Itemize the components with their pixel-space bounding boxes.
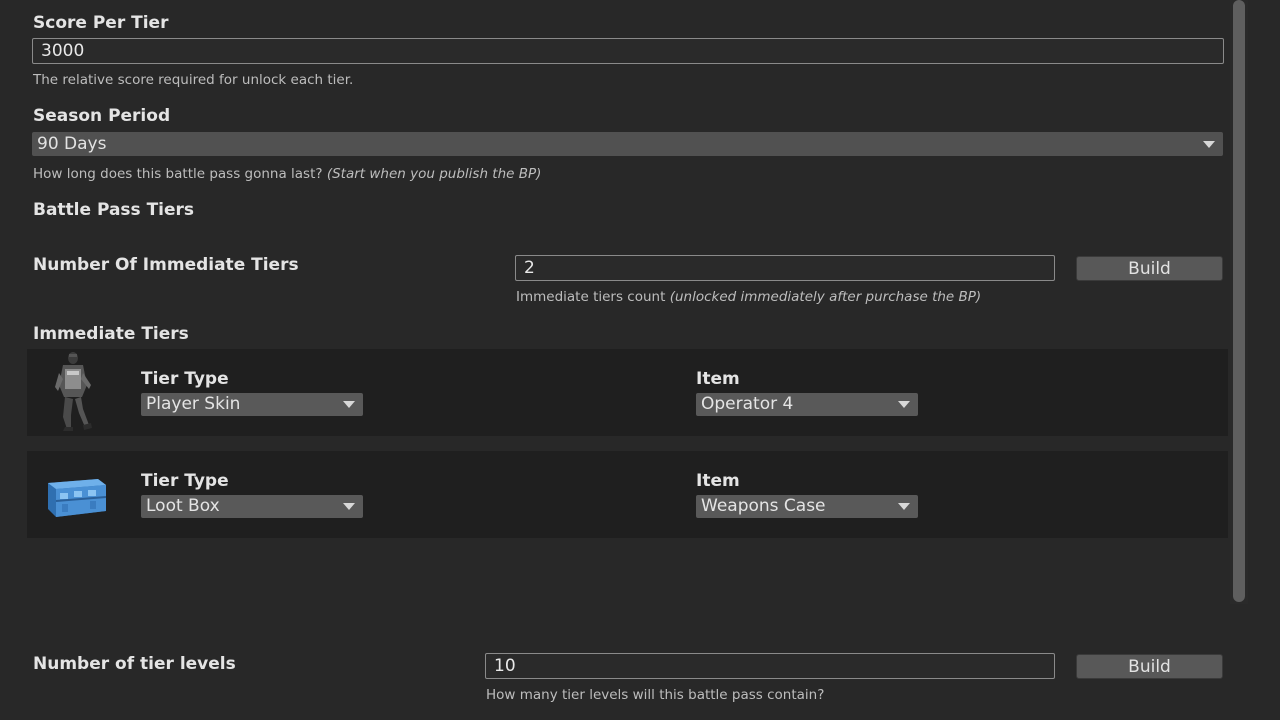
loot-box-case-icon xyxy=(44,473,108,519)
scrollbar-thumb[interactable] xyxy=(1233,0,1245,602)
immediate-tiers-count-help-note: (unlocked immediately after purchase the… xyxy=(669,289,982,305)
tier-type-value: Player Skin xyxy=(146,394,241,414)
battle-pass-tiers-heading: Battle Pass Tiers xyxy=(33,200,195,220)
immediate-tiers-count-help-text: Immediate tiers count xyxy=(516,289,670,305)
vertical-scrollbar[interactable] xyxy=(1230,0,1248,604)
season-period-dropdown[interactable]: 90 Days xyxy=(32,132,1223,156)
player-skin-operator-icon xyxy=(49,351,99,433)
season-period-label: Season Period xyxy=(33,106,171,126)
item-label: Item xyxy=(696,471,740,491)
score-per-tier-label: Score Per Tier xyxy=(33,13,169,33)
season-period-help-text: How long does this battle pass gonna las… xyxy=(33,166,327,182)
battle-pass-inspector: Score Per Tier The relative score requir… xyxy=(0,0,1280,720)
immediate-tiers-count-help: Immediate tiers count (unlocked immediat… xyxy=(516,289,981,305)
immediate-tier-row-2: Tier Type Loot Box Item Weapons Case xyxy=(27,451,1228,538)
score-per-tier-help: The relative score required for unlock e… xyxy=(33,72,354,88)
tier-levels-label: Number of tier levels xyxy=(33,654,236,674)
build-immediate-tiers-button[interactable]: Build xyxy=(1076,256,1223,281)
immediate-tiers-count-input[interactable] xyxy=(515,255,1055,281)
chevron-down-icon xyxy=(898,503,910,510)
immediate-tiers-count-label: Number Of Immediate Tiers xyxy=(33,255,299,275)
season-period-value: 90 Days xyxy=(37,134,107,154)
chevron-down-icon xyxy=(343,401,355,408)
item-dropdown[interactable]: Weapons Case xyxy=(696,495,918,518)
tier-type-dropdown[interactable]: Player Skin xyxy=(141,393,363,416)
tier-type-label: Tier Type xyxy=(141,471,229,491)
chevron-down-icon xyxy=(1203,141,1215,148)
chevron-down-icon xyxy=(343,503,355,510)
item-label: Item xyxy=(696,369,740,389)
immediate-tiers-heading: Immediate Tiers xyxy=(33,324,189,344)
immediate-tier-row-1: Tier Type Player Skin Item Operator 4 xyxy=(27,349,1228,436)
tier-type-label: Tier Type xyxy=(141,369,229,389)
season-period-help-note: (Start when you publish the BP) xyxy=(326,166,542,182)
build-tier-levels-button[interactable]: Build xyxy=(1076,654,1223,679)
season-period-help: How long does this battle pass gonna las… xyxy=(33,166,541,182)
item-value: Operator 4 xyxy=(701,394,794,414)
chevron-down-icon xyxy=(898,401,910,408)
tier-levels-input[interactable] xyxy=(485,653,1055,679)
tier-levels-help: How many tier levels will this battle pa… xyxy=(486,687,825,703)
item-dropdown[interactable]: Operator 4 xyxy=(696,393,918,416)
tier-type-value: Loot Box xyxy=(146,496,220,516)
score-per-tier-input[interactable] xyxy=(32,38,1224,64)
item-value: Weapons Case xyxy=(701,496,826,516)
tier-type-dropdown[interactable]: Loot Box xyxy=(141,495,363,518)
